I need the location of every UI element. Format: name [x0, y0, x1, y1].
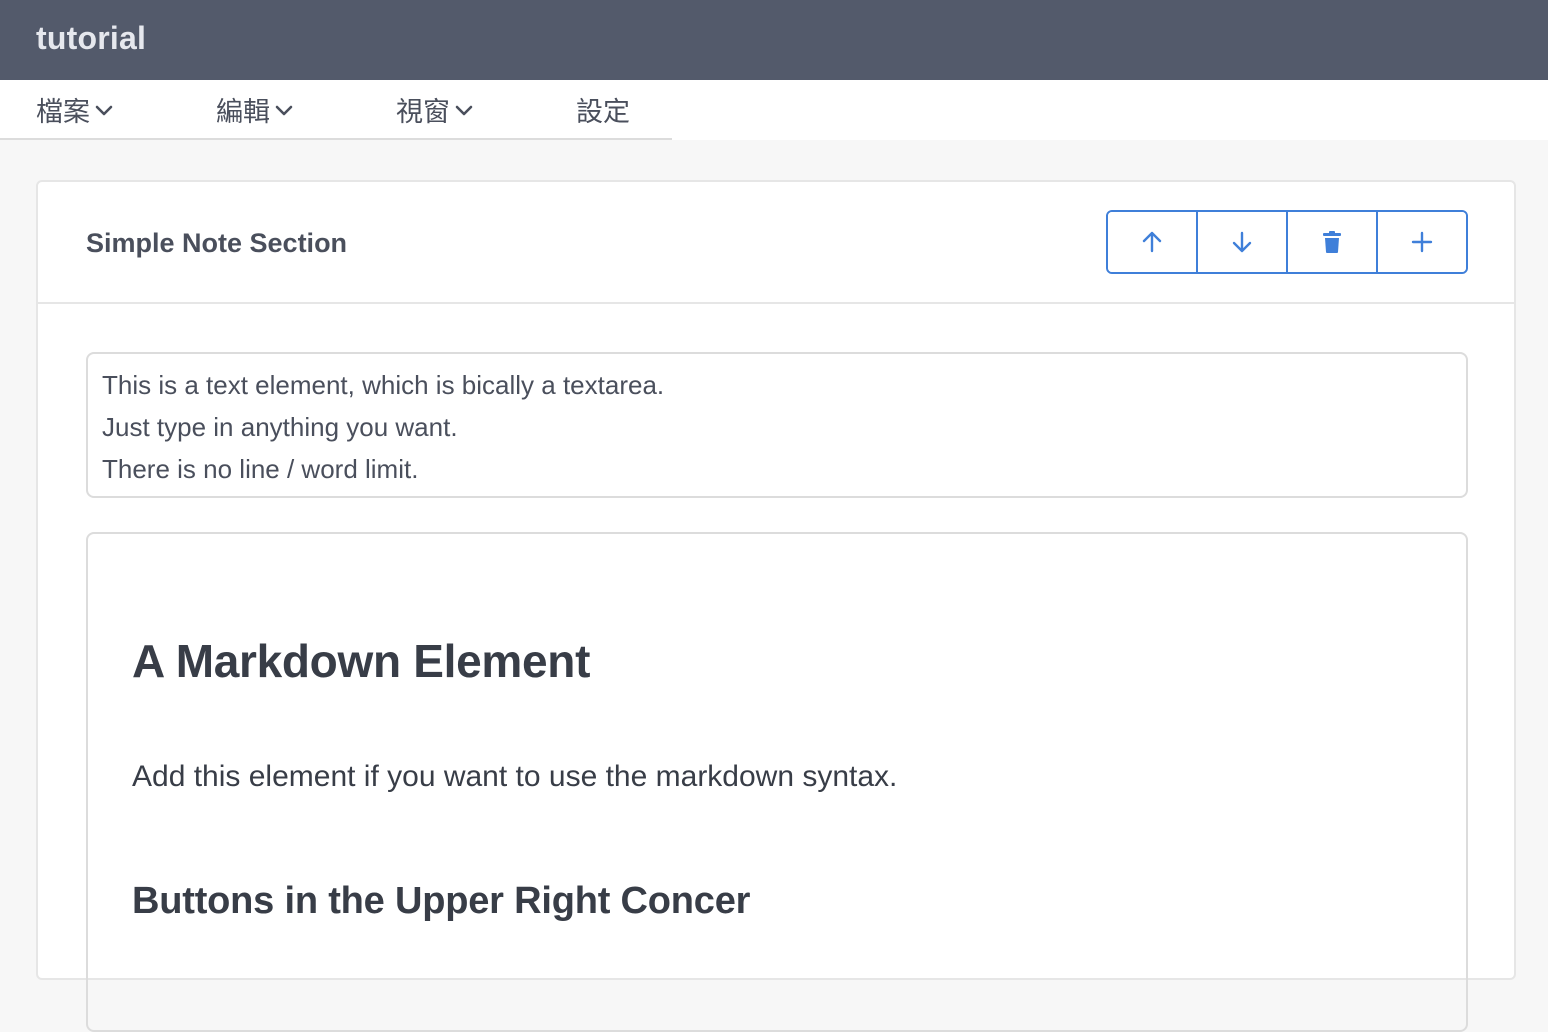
chevron-down-icon [455, 105, 473, 116]
delete-button[interactable] [1288, 212, 1378, 272]
menu-bar-filler [672, 80, 1548, 140]
menu-settings-label: 設定 [576, 96, 630, 127]
text-element-textarea[interactable]: This is a text element, which is bically… [86, 352, 1468, 498]
section-header: Simple Note Section [38, 182, 1514, 304]
markdown-heading-2: Buttons in the Upper Right Concer [132, 880, 751, 922]
menu-bar: 檔案 編輯 視窗 設定 [0, 80, 1548, 140]
note-section-card: Simple Note Section This is a text eleme… [36, 180, 1516, 1032]
section-title: Simple Note Section [86, 228, 348, 258]
menu-settings[interactable]: 設定 [576, 80, 630, 138]
text-line: There is no line / word limit. [102, 454, 419, 484]
app-title: tutorial [36, 20, 147, 56]
menu-file-label: 檔案 [36, 96, 90, 127]
arrow-up-icon [1142, 231, 1162, 253]
menu-window[interactable]: 視窗 [396, 80, 474, 138]
menu-tabs: 檔案 編輯 視窗 設定 [0, 80, 672, 140]
chevron-down-icon [275, 105, 293, 116]
menu-edit[interactable]: 編輯 [216, 80, 294, 138]
markdown-heading-1: A Markdown Element [132, 635, 591, 687]
text-line: This is a text element, which is bically… [102, 370, 665, 400]
trash-icon [1323, 231, 1341, 253]
menu-edit-label: 編輯 [216, 96, 270, 127]
add-element-button[interactable] [1378, 212, 1466, 272]
markdown-element[interactable]: A Markdown Element Add this element if y… [86, 532, 1468, 1032]
section-button-group [1106, 210, 1468, 274]
plus-icon [1411, 231, 1433, 253]
markdown-paragraph: Add this element if you want to use the … [132, 760, 898, 793]
move-down-button[interactable] [1198, 212, 1288, 272]
title-bar: tutorial [0, 0, 1548, 80]
chevron-down-icon [95, 105, 113, 116]
menu-window-label: 視窗 [396, 96, 450, 127]
text-line: Just type in anything you want. [102, 412, 458, 442]
menu-file[interactable]: 檔案 [36, 80, 114, 138]
arrow-down-icon [1232, 231, 1252, 253]
move-up-button[interactable] [1108, 212, 1198, 272]
